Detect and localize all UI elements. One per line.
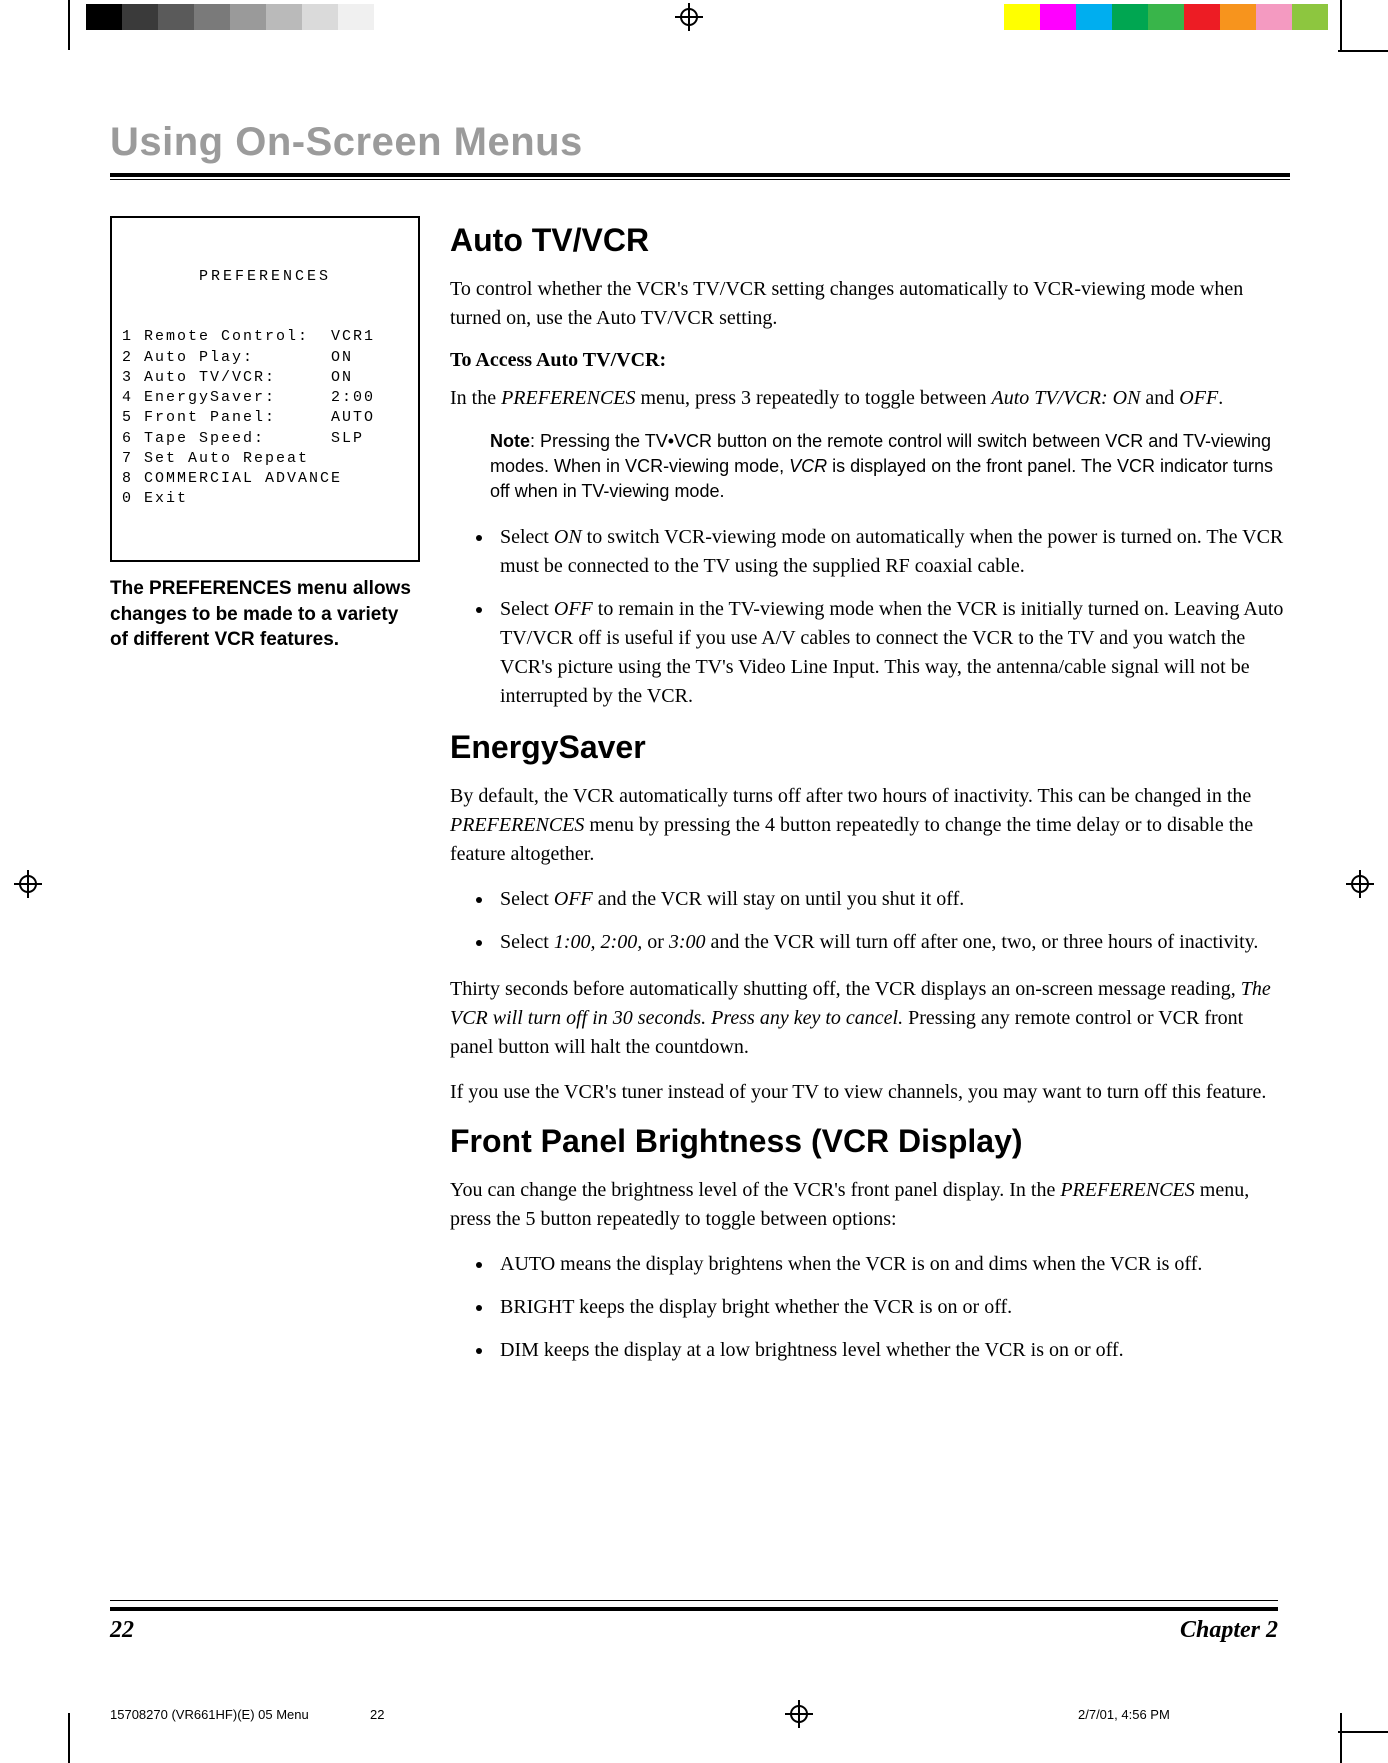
- color-swatch: [1292, 4, 1328, 30]
- body-text: Thirty seconds before automatically shut…: [450, 975, 1290, 1062]
- preferences-menu-box: PREFERENCES 1 Remote Control: VCR12 Auto…: [110, 216, 420, 562]
- title-rule-thin: [110, 179, 1290, 180]
- registration-mark-icon: [675, 3, 703, 31]
- bullet-list: Select OFF and the VCR will stay on unti…: [494, 885, 1290, 957]
- main-column: Auto TV/VCR To control whether the VCR's…: [450, 216, 1290, 1383]
- preferences-menu-row: 5 Front Panel: AUTO: [122, 408, 408, 428]
- body-text: In the PREFERENCES menu, press 3 repeate…: [450, 384, 1290, 413]
- page-number: 22: [110, 1617, 134, 1644]
- registration-mark-icon: [785, 1700, 813, 1728]
- section-heading-front-panel: Front Panel Brightness (VCR Display): [450, 1123, 1290, 1160]
- preferences-menu-row: 4 EnergySaver: 2:00: [122, 388, 408, 408]
- chapter-label: Chapter 2: [1180, 1617, 1278, 1644]
- body-text: You can change the brightness level of t…: [450, 1176, 1290, 1234]
- section-heading-energysaver: EnergySaver: [450, 729, 1290, 766]
- page-content: Using On-Screen Menus PREFERENCES 1 Remo…: [110, 120, 1290, 1383]
- chapter-title: Using On-Screen Menus: [110, 120, 1290, 165]
- crop-mark: [1338, 50, 1388, 52]
- list-item: Select 1:00, 2:00, or 3:00 and the VCR w…: [494, 928, 1290, 957]
- color-swatch: [194, 4, 230, 30]
- page-footer: 22 Chapter 2: [110, 1600, 1278, 1644]
- job-timestamp: 2/7/01, 4:56 PM: [1078, 1707, 1278, 1722]
- body-text: If you use the VCR's tuner instead of yo…: [450, 1078, 1290, 1107]
- preferences-menu-row: 1 Remote Control: VCR1: [122, 327, 408, 347]
- list-item: Select ON to switch VCR-viewing mode on …: [494, 523, 1290, 581]
- color-swatch: [86, 4, 122, 30]
- list-item: DIM keeps the display at a low brightnes…: [494, 1336, 1290, 1365]
- color-swatch: [302, 4, 338, 30]
- preferences-menu-row: 2 Auto Play: ON: [122, 348, 408, 368]
- printer-color-strip: [0, 4, 1388, 34]
- list-item: BRIGHT keeps the display bright whether …: [494, 1293, 1290, 1322]
- crop-mark: [68, 0, 70, 50]
- color-swatch: [1256, 4, 1292, 30]
- body-text: By default, the VCR automatically turns …: [450, 782, 1290, 869]
- sidebar-column: PREFERENCES 1 Remote Control: VCR12 Auto…: [110, 216, 420, 1383]
- color-swatch: [266, 4, 302, 30]
- color-swatch: [230, 4, 266, 30]
- registration-mark-icon: [1346, 870, 1374, 898]
- list-item: AUTO means the display brightens when th…: [494, 1250, 1290, 1279]
- bullet-list: AUTO means the display brightens when th…: [494, 1250, 1290, 1365]
- preferences-menu-row: 0 Exit: [122, 489, 408, 509]
- preferences-menu-row: 8 COMMERCIAL ADVANCE: [122, 469, 408, 489]
- color-swatch: [1184, 4, 1220, 30]
- color-swatch: [1148, 4, 1184, 30]
- crop-mark: [1338, 1731, 1388, 1733]
- crop-mark: [68, 1713, 70, 1763]
- section-subhead: To Access Auto TV/VCR:: [450, 349, 1290, 372]
- note-block: Note: Pressing the TV•VCR button on the …: [490, 429, 1290, 505]
- preferences-menu-row: 3 Auto TV/VCR: ON: [122, 368, 408, 388]
- color-swatch: [122, 4, 158, 30]
- preferences-menu-row: 7 Set Auto Repeat: [122, 449, 408, 469]
- crop-mark: [1340, 1713, 1342, 1763]
- color-swatch: [1004, 4, 1040, 30]
- preferences-menu-row: 6 Tape Speed: SLP: [122, 429, 408, 449]
- color-swatch: [1112, 4, 1148, 30]
- job-page: 22: [370, 1707, 520, 1722]
- crop-mark: [1340, 0, 1342, 50]
- bullet-list: Select ON to switch VCR-viewing mode on …: [494, 523, 1290, 711]
- color-swatch: [338, 4, 374, 30]
- preferences-caption: The PREFERENCES menu allows changes to b…: [110, 576, 420, 653]
- color-swatch: [1220, 4, 1256, 30]
- color-swatch: [158, 4, 194, 30]
- color-swatch: [1040, 4, 1076, 30]
- list-item: Select OFF and the VCR will stay on unti…: [494, 885, 1290, 914]
- registration-mark-icon: [14, 870, 42, 898]
- body-text: To control whether the VCR's TV/VCR sett…: [450, 275, 1290, 333]
- color-swatch: [1076, 4, 1112, 30]
- list-item: Select OFF to remain in the TV-viewing m…: [494, 595, 1290, 711]
- job-file: 15708270 (VR661HF)(E) 05 Menu: [110, 1707, 370, 1722]
- section-heading-auto-tv-vcr: Auto TV/VCR: [450, 222, 1290, 259]
- print-job-footer: 15708270 (VR661HF)(E) 05 Menu 22 2/7/01,…: [110, 1700, 1278, 1728]
- title-rule-thick: [110, 173, 1290, 177]
- preferences-menu-title: PREFERENCES: [122, 267, 408, 287]
